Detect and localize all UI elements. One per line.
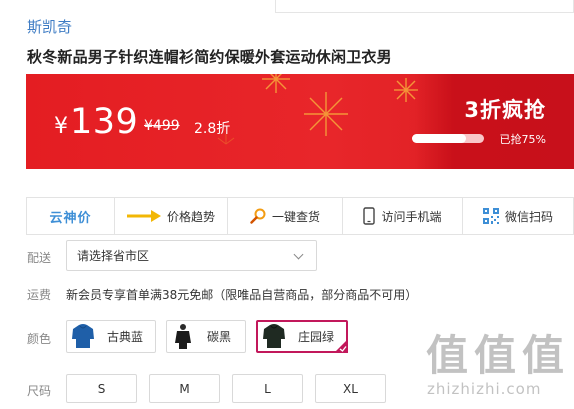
current-price: ¥ 139 — [54, 102, 138, 142]
size-option-s[interactable]: S — [66, 374, 137, 403]
tool-mobile[interactable]: 访问手机端 — [343, 198, 463, 234]
magnifier-icon — [250, 208, 266, 224]
color-label: 颜色 — [27, 332, 52, 346]
hoodie-thumbnail-icon — [71, 323, 95, 350]
sold-progress-bar — [412, 134, 484, 143]
sold-percentage: 已抢75% — [499, 133, 546, 146]
hoodie-thumbnail-icon — [262, 323, 286, 350]
flash-sale-panel: 3折疯抢 已抢75% — [412, 74, 574, 169]
delivery-label: 配送 — [27, 251, 52, 265]
arrow-right-icon — [126, 210, 161, 222]
sold-progress-fill — [412, 134, 466, 143]
color-option-label: 碳黑 — [207, 330, 232, 344]
size-option-m[interactable]: M — [149, 374, 220, 403]
tool-stock-check-label: 一键查货 — [271, 209, 320, 224]
size-option-xl[interactable]: XL — [315, 374, 386, 403]
top-container-edge — [275, 0, 574, 13]
watermark-site: zhizhizhi.com — [427, 380, 542, 398]
tool-mobile-label: 访问手机端 — [381, 209, 442, 224]
color-option-manor-green[interactable]: 庄园绿 — [256, 320, 348, 353]
color-options: 古典蓝 碳黑 庄园绿 — [66, 320, 348, 353]
tool-price-trend[interactable]: 价格趋势 — [115, 198, 228, 234]
tool-price-trend-label: 价格趋势 — [166, 209, 215, 224]
shipping-info: 新会员专享首单满38元免邮（限唯品自营商品，部分商品不可用） — [66, 288, 418, 302]
color-option-classic-blue[interactable]: 古典蓝 — [66, 320, 156, 353]
size-options: S M L XL — [66, 374, 386, 403]
tool-stock-check[interactable]: 一键查货 — [228, 198, 343, 234]
color-option-carbon-black[interactable]: 碳黑 — [166, 320, 246, 353]
original-price: ¥499 — [144, 118, 180, 134]
chevron-down-icon — [293, 249, 304, 260]
tool-wechat-scan-label: 微信扫码 — [504, 209, 553, 224]
qr-code-icon — [482, 208, 499, 224]
tool-brand-price[interactable]: 云神价 — [27, 198, 115, 234]
watermark-logo: 值值值 — [426, 331, 571, 380]
size-label: 尺码 — [27, 384, 52, 398]
selected-check-icon — [334, 339, 348, 353]
discount-rate: 2.8折 — [194, 121, 231, 137]
color-option-label: 古典蓝 — [107, 330, 144, 344]
brand-link[interactable]: 斯凯奇 — [27, 16, 72, 37]
currency-symbol: ¥ — [54, 114, 68, 139]
region-select-value: 请选择省市区 — [77, 249, 150, 263]
current-price-value: 139 — [70, 102, 139, 142]
product-title: 秋冬新品男子针织连帽衫简约保暖外套运动休闲卫衣男 — [27, 48, 392, 66]
brand-logo: 云神价 — [49, 210, 92, 226]
size-option-l[interactable]: L — [232, 374, 303, 403]
price-banner: ¥ 139 ¥499 2.8折 3折疯抢 已抢75% — [26, 74, 574, 169]
mobile-phone-icon — [363, 207, 376, 225]
hoodie-thumbnail-icon — [171, 323, 195, 350]
tool-wechat-scan[interactable]: 微信扫码 — [463, 198, 573, 234]
color-option-label: 庄园绿 — [298, 330, 335, 344]
tool-bar: 云神价 价格趋势 一键查货 访问手机端 微信扫码 — [26, 197, 574, 235]
region-select[interactable]: 请选择省市区 — [66, 240, 317, 271]
shipping-label: 运费 — [27, 288, 52, 302]
flash-sale-title: 3折疯抢 — [464, 98, 546, 122]
